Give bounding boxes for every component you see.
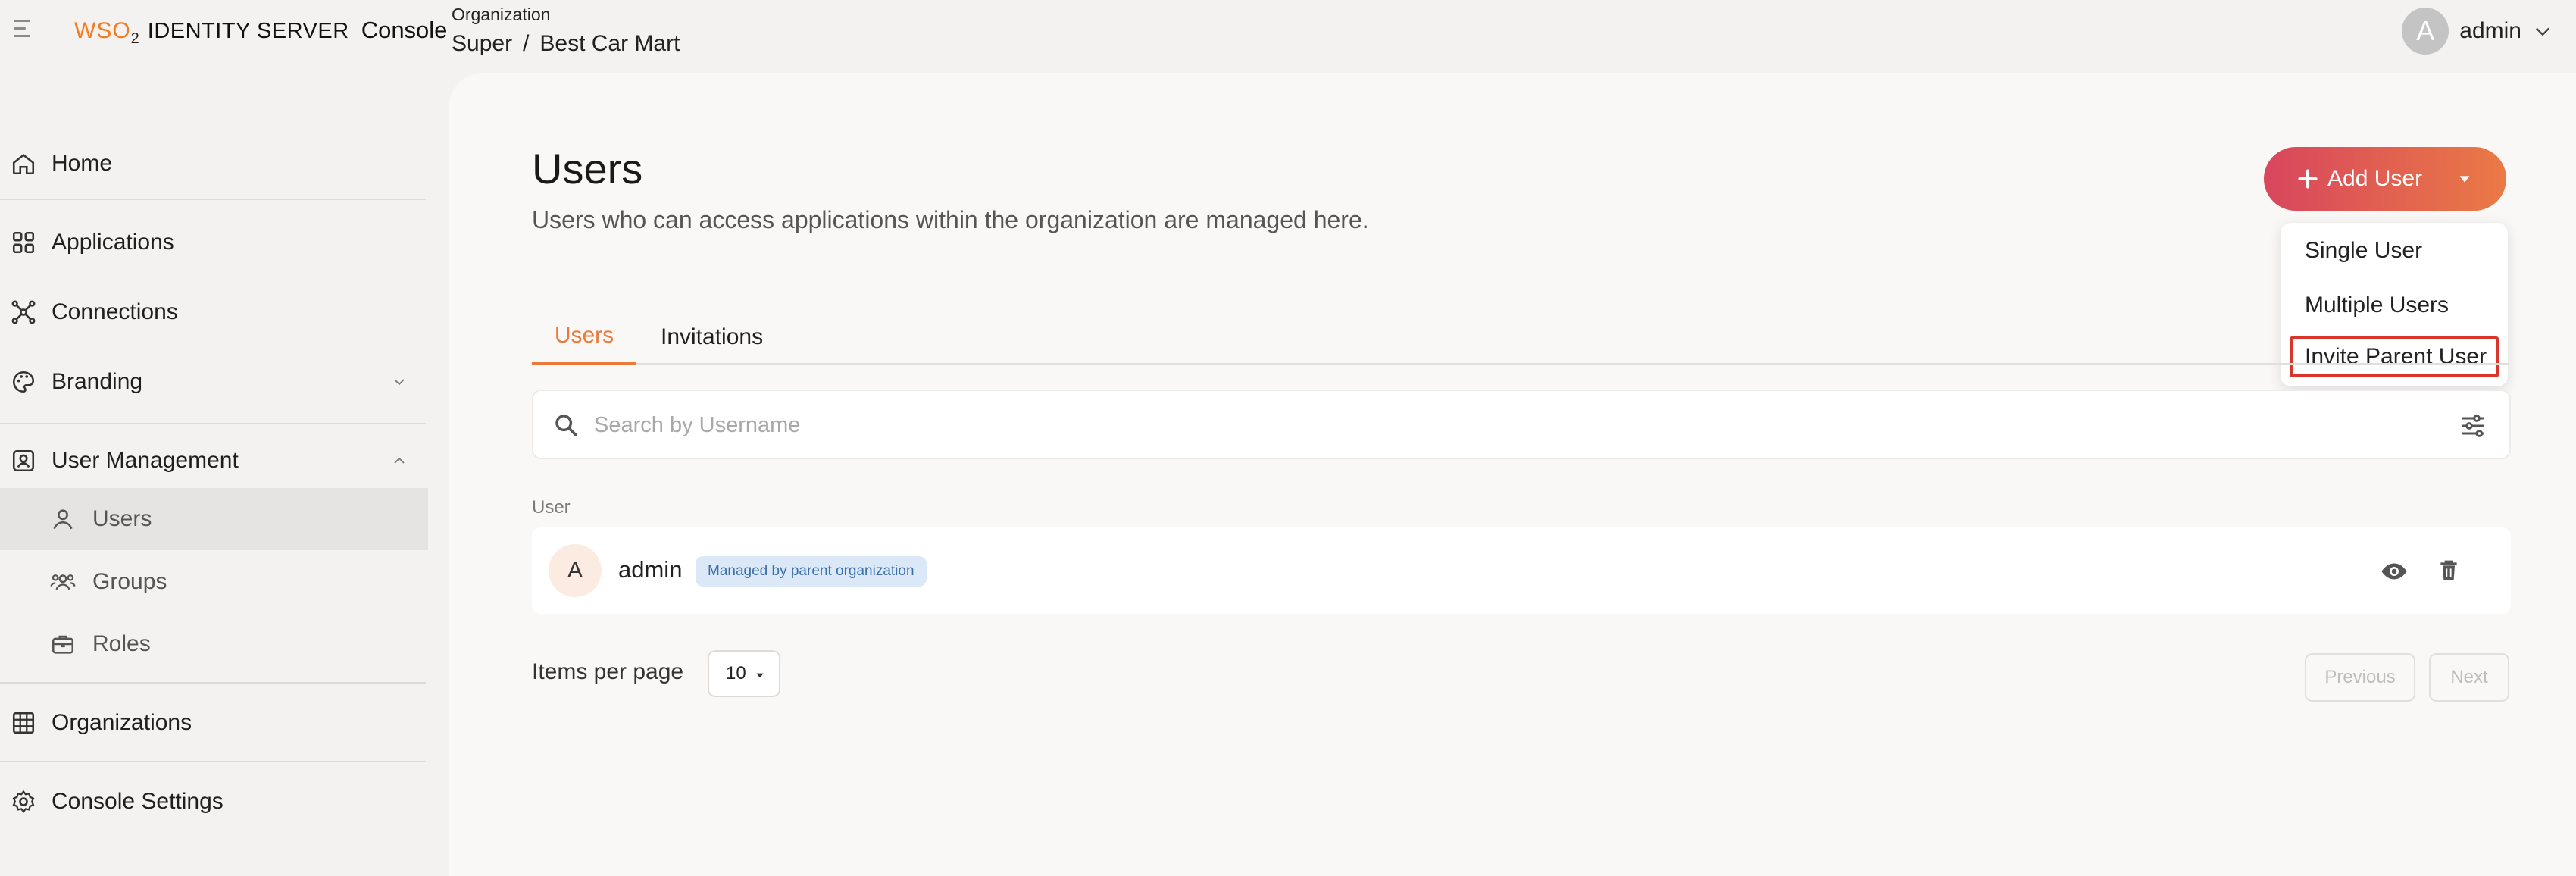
eye-icon[interactable] [2381,558,2408,585]
chevron-up-icon[interactable] [390,452,408,470]
breadcrumb: Super / Best Car Mart [452,31,680,57]
user-management-icon [12,449,35,472]
sidebar-divider [0,761,426,762]
connections-icon [11,300,36,324]
console-label: Console [361,17,448,43]
sidebar-divider [0,423,426,424]
sidebar-item-label: Applications [52,230,174,255]
organization-label: Organization [452,5,551,24]
tab-invitations[interactable]: Invitations [661,309,763,365]
tab-bar: Users Invitations [532,309,2509,365]
sidebar-item-connections[interactable]: Connections [0,285,428,339]
tab-users[interactable]: Users [532,309,636,365]
sidebar-item-label: Console Settings [52,789,224,814]
chevron-down-icon[interactable] [390,373,408,391]
caret-down-icon[interactable] [2456,171,2473,187]
sidebar-item-label: User Management [52,448,239,473]
items-per-page-select[interactable]: 10 [708,650,780,697]
main-content: Users Users who can access applications … [449,73,2576,876]
sidebar-item-label: Groups [92,569,167,594]
groups-icon [50,574,76,590]
search-input[interactable] [594,405,2337,446]
add-user-button[interactable]: Add User [2264,147,2506,211]
add-user-label: Add User [2327,166,2423,191]
status-badge: Managed by parent organization [696,556,927,587]
search-icon [555,415,577,436]
user-icon [53,509,73,530]
sidebar-divider [0,682,426,684]
sidebar-item-applications[interactable]: Applications [0,215,428,270]
top-bar: WSO2 IDENTITY SERVER Console Organizatio… [0,0,2576,73]
sidebar-divider [0,199,426,200]
hamburger-menu-icon[interactable] [14,18,36,41]
user-name[interactable]: admin [2459,18,2521,44]
breadcrumb-current[interactable]: Best Car Mart [539,31,680,57]
items-per-page-value: 10 [726,663,746,684]
page-description: Users who can access applications within… [532,206,1369,233]
next-page-button[interactable]: Next [2429,653,2509,702]
wso2-logo: WSO2 [74,18,140,47]
trash-icon[interactable] [2437,556,2461,585]
sidebar: Home Applications Connections Branding U… [0,73,432,876]
brand-logo[interactable]: WSO2 IDENTITY SERVER Console [74,17,447,48]
avatar: A [549,544,602,597]
user-name: admin [618,556,683,583]
menu-item-single-user[interactable]: Single User [2290,230,2499,271]
column-header-user: User [532,497,571,518]
search-bar [532,390,2511,459]
home-icon [12,154,35,175]
items-per-page-label: Items per page [532,659,684,684]
avatar[interactable]: A [2402,8,2449,55]
sidebar-item-users[interactable]: Users [0,488,428,550]
table-row[interactable]: A admin Managed by parent organization [532,527,2511,614]
organizations-icon [12,712,35,734]
briefcase-icon [52,635,74,654]
gear-icon [12,790,35,814]
sidebar-item-organizations[interactable]: Organizations [0,696,428,750]
previous-page-button[interactable]: Previous [2305,653,2415,702]
sidebar-item-label: Branding [52,369,143,394]
sidebar-item-user-management[interactable]: User Management [0,433,428,488]
sidebar-item-label: Users [92,506,152,531]
caret-down-icon [756,673,764,678]
sidebar-item-label: Roles [92,631,151,656]
plus-icon [2298,169,2318,189]
product-name: IDENTITY SERVER [147,19,349,43]
sidebar-item-home[interactable]: Home [0,136,428,191]
page-title: Users [532,145,643,192]
applications-icon [12,231,35,254]
breadcrumb-separator: / [523,31,530,56]
sidebar-item-label: Home [52,151,113,176]
user-menu[interactable]: A admin [2402,8,2553,55]
palette-icon [12,371,35,393]
organization-switcher[interactable]: Organization Super / Best Car Mart [452,5,680,57]
sidebar-item-groups[interactable]: Groups [0,555,428,609]
sidebar-item-console-settings[interactable]: Console Settings [0,774,428,829]
breadcrumb-root[interactable]: Super [452,31,512,57]
filter-settings-icon[interactable] [2458,411,2488,441]
sidebar-item-roles[interactable]: Roles [0,617,428,671]
sidebar-item-branding[interactable]: Branding [0,355,428,409]
sidebar-item-label: Organizations [52,710,192,735]
sidebar-item-label: Connections [52,299,178,324]
chevron-down-icon[interactable] [2532,20,2553,42]
